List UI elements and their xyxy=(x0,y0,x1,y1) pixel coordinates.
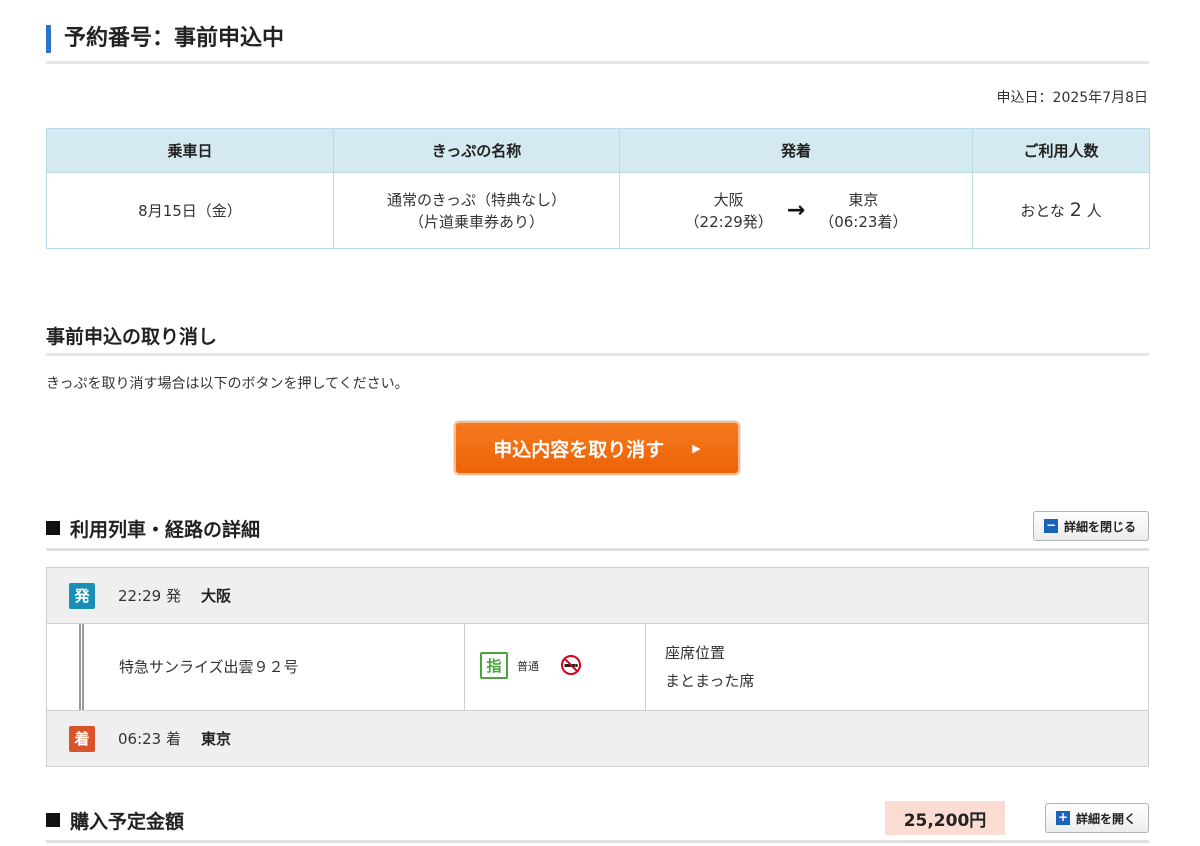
ride-date: 8月15日（金） xyxy=(46,172,334,249)
arrival-badge: 着 xyxy=(69,725,95,752)
passenger-count: おとな 2 人 xyxy=(972,172,1150,249)
column-divider xyxy=(645,624,646,710)
passenger-number: 2 xyxy=(1069,199,1082,221)
passenger-type: おとな xyxy=(1020,202,1065,220)
ticket-name-line1: 通常のきっぷ（特典なし） xyxy=(387,190,566,209)
route-destination: 東京 （06:23着） xyxy=(819,189,907,233)
table-row: 8月15日（金） 通常のきっぷ（特典なし） （片道乗車券あり） 大阪 （22:2… xyxy=(46,172,1150,249)
departure-station: 大阪 xyxy=(201,587,232,605)
route-detail-title: 利用列車・経路の詳細 xyxy=(46,515,260,542)
ticket-name-line2: （片道乗車券あり） xyxy=(408,212,544,231)
table-header-row: 乗車日 きっぷの名称 発着 ご利用人数 xyxy=(46,128,1150,173)
arrow-right-icon: → xyxy=(786,197,806,223)
reserved-seat-badge: 指 xyxy=(480,652,508,679)
departure-row: 発 22:29 発 大阪 xyxy=(47,568,1148,624)
arrival-row: 着 06:23 着 東京 xyxy=(47,710,1148,766)
page-header: 予約番号：事前申込中 xyxy=(46,24,1149,64)
price-section-header: 購入予定金額 25,200円 + 詳細を開く xyxy=(46,801,1149,843)
route-detail-header: 利用列車・経路の詳細 − 詳細を閉じる xyxy=(46,511,1149,551)
train-row: 特急サンライズ出雲９２号 指 普通 座席位置 まとまった席 xyxy=(47,624,1148,710)
cancel-application-button[interactable]: 申込内容を取り消す ▶ xyxy=(454,421,740,475)
seat-position-label: 座席位置 xyxy=(665,644,726,662)
route-cell: 大阪 （22:29発） → 東京 （06:23着） xyxy=(619,172,973,249)
destination-time: （06:23着） xyxy=(819,212,908,231)
origin-time: （22:29発） xyxy=(684,212,773,231)
page-title: 予約番号：事前申込中 xyxy=(64,26,285,51)
cancel-section-title: 事前申込の取り消し xyxy=(46,326,218,348)
square-bullet-icon xyxy=(46,521,60,535)
departure-time: 22:29 発 xyxy=(118,587,181,605)
square-bullet-icon xyxy=(46,813,60,827)
arrival-time: 06:23 着 xyxy=(118,730,181,748)
price-section-title: 購入予定金額 xyxy=(46,807,184,834)
destination-station: 東京 xyxy=(848,190,879,209)
page: 予約番号：事前申込中 申込日：2025年7月8日 乗車日 きっぷの名称 発着 ご… xyxy=(0,0,1200,846)
departure-badge: 発 xyxy=(69,582,95,609)
header-ride-date: 乗車日 xyxy=(46,128,334,173)
no-smoking-icon xyxy=(561,655,581,675)
cancel-section-header: 事前申込の取り消し xyxy=(46,322,1149,356)
cancel-button-label: 申込内容を取り消す xyxy=(493,438,665,461)
column-divider xyxy=(464,624,465,710)
apply-date: 申込日：2025年7月8日 xyxy=(996,90,1148,106)
plus-icon: + xyxy=(1055,810,1070,825)
car-class: 普通 xyxy=(517,660,539,673)
title-accent-bar xyxy=(46,25,51,53)
seat-position-value: まとまった席 xyxy=(665,672,755,690)
route-detail-box: 発 22:29 発 大阪 特急サンライズ出雲９２号 指 普通 座席位置 まとまっ… xyxy=(46,567,1149,767)
header-passengers: ご利用人数 xyxy=(972,128,1150,173)
total-price: 25,200円 xyxy=(885,801,1005,835)
route-origin: 大阪 （22:29発） xyxy=(685,189,773,233)
route-detail-title-text: 利用列車・経路の詳細 xyxy=(70,519,261,541)
open-details-label: 詳細を開く xyxy=(1075,811,1136,826)
train-name: 特急サンライズ出雲９２号 xyxy=(119,658,299,676)
header-ticket-name: きっぷの名称 xyxy=(333,128,620,173)
ticket-name: 通常のきっぷ（特典なし） （片道乗車券あり） xyxy=(333,172,620,249)
arrival-station: 東京 xyxy=(201,730,232,748)
track-line xyxy=(79,624,84,710)
price-title-text: 購入予定金額 xyxy=(70,811,185,833)
close-details-button[interactable]: − 詳細を閉じる xyxy=(1032,511,1149,541)
open-details-button[interactable]: + 詳細を開く xyxy=(1044,803,1149,833)
reservation-summary-table: 乗車日 きっぷの名称 発着 ご利用人数 8月15日（金） 通常のきっぷ（特典なし… xyxy=(46,128,1150,249)
passenger-unit: 人 xyxy=(1086,202,1102,220)
close-details-label: 詳細を閉じる xyxy=(1063,519,1136,534)
origin-station: 大阪 xyxy=(713,190,744,209)
route-summary: 大阪 （22:29発） → 東京 （06:23着） xyxy=(620,189,972,233)
cancel-description: きっぷを取り消す場合は以下のボタンを押してください。 xyxy=(46,376,409,392)
minus-icon: − xyxy=(1043,518,1058,533)
chevron-right-icon: ▶ xyxy=(692,441,701,455)
header-route: 発着 xyxy=(619,128,973,173)
